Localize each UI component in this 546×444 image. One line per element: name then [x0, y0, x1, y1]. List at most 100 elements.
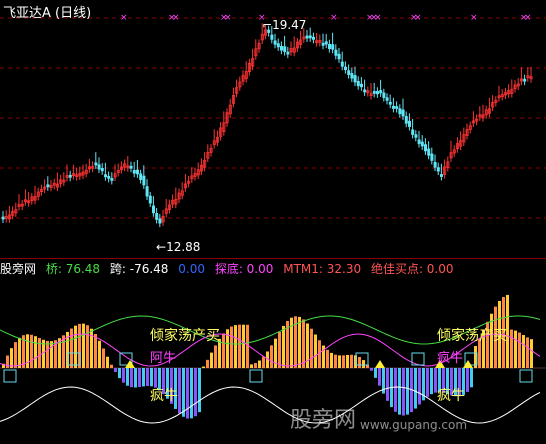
candle-body: [107, 175, 111, 179]
watermark-url: www.gupang.com: [360, 418, 468, 432]
candle-body: [97, 164, 101, 170]
top-marker: ×: [524, 13, 532, 23]
candle-body: [129, 165, 133, 169]
candle-body: [135, 169, 139, 175]
stock-title: 飞亚达A (日线): [3, 6, 92, 21]
candle-body: [343, 66, 347, 71]
histogram-bar-up: [522, 335, 525, 368]
histogram-bar-up: [94, 333, 97, 368]
top-marker: ×: [172, 13, 180, 23]
candle-body: [158, 218, 162, 224]
histogram-bar-down: [426, 368, 429, 397]
candle-body: [359, 83, 363, 88]
histogram-bar-up: [14, 342, 17, 368]
candle-body: [382, 92, 386, 98]
candle-body: [273, 40, 277, 45]
candle-body: [305, 35, 309, 39]
histogram-bar-down: [114, 368, 117, 373]
histogram-bar-up: [258, 360, 261, 368]
histogram-bar-up: [326, 349, 329, 368]
histogram-bar-down: [134, 368, 137, 388]
histogram-bar-down: [194, 368, 197, 417]
candle-body: [417, 139, 421, 144]
annotation-left-small: 阿牛: [150, 351, 177, 366]
panel-divider: [0, 258, 546, 259]
indicator-box-marker: [519, 369, 533, 383]
candle-body: [132, 170, 136, 174]
price-and-indicator-chart: × ×× ×× × × ××× ×× × ××: [0, 13, 546, 424]
candle-body: [145, 186, 149, 197]
histogram-bar-up: [302, 319, 305, 368]
candle-body: [104, 174, 108, 178]
histogram-bar-up: [518, 332, 521, 368]
candle-body: [356, 81, 360, 87]
histogram-bar-up: [38, 338, 41, 368]
histogram-bar-up: [202, 366, 205, 368]
indicator-name: 股旁网: [0, 262, 37, 276]
candle-body: [427, 148, 431, 156]
candle-body: [46, 184, 50, 188]
candle-body: [279, 46, 283, 51]
histogram-bar-down: [374, 368, 377, 378]
jiajia-value: 绝佳买点: 0.00: [370, 262, 454, 276]
indicator-box-marker: [249, 369, 263, 383]
candle-body: [139, 173, 143, 180]
histogram-bar-up: [358, 357, 361, 368]
candle-body: [68, 174, 72, 178]
histogram-bar-up: [346, 354, 349, 368]
histogram-bar-up: [530, 339, 533, 368]
annotation-right-big: 倾家荡产买: [437, 328, 507, 344]
signal-triangle: [375, 360, 385, 368]
candle-body: [324, 41, 328, 45]
candle-body: [398, 108, 402, 115]
candle-body: [430, 153, 434, 161]
candle-body: [347, 70, 351, 75]
histogram-bar-up: [18, 337, 21, 368]
qiao-value: 桥: 76.48: [45, 262, 101, 276]
histogram-bar-down: [198, 368, 201, 413]
histogram-bar-up: [206, 359, 209, 368]
histogram-bar-up: [362, 360, 365, 368]
candle-body: [337, 53, 341, 60]
annotation-right-bottom: 疯牛: [437, 388, 465, 404]
candle-body: [423, 144, 427, 152]
histogram-bar-up: [242, 324, 245, 368]
histogram-bar-up: [110, 364, 113, 368]
histogram-bar-up: [10, 348, 13, 368]
candle-body: [407, 120, 411, 127]
histogram-bar-up: [314, 334, 317, 368]
candle-body: [94, 162, 98, 166]
histogram-bar-up: [106, 356, 109, 368]
histogram-bar-up: [82, 323, 85, 368]
indicator-box-marker: [3, 369, 17, 383]
histogram-bar-up: [510, 329, 513, 368]
histogram-bar-up: [254, 363, 257, 368]
histogram-bar-up: [282, 325, 285, 368]
top-marker: ×: [330, 13, 338, 23]
histogram-bar-up: [34, 336, 37, 368]
top-marker: ×: [470, 13, 478, 23]
annotation-left-bottom: 疯牛: [150, 388, 178, 404]
histogram-bar-down: [126, 368, 129, 386]
candle-body: [1, 216, 5, 220]
candle-body: [395, 106, 399, 109]
top-marker: ×: [414, 13, 422, 23]
histogram-bar-down: [406, 368, 409, 415]
histogram-bar-down: [418, 368, 421, 405]
histogram-bar-up: [50, 341, 53, 368]
histogram-bar-down: [394, 368, 397, 412]
candle-body: [331, 44, 335, 50]
candle-body: [286, 51, 290, 55]
histogram-bar-down: [178, 368, 181, 414]
histogram-bar-up: [222, 333, 225, 368]
histogram-bar-up: [342, 355, 345, 368]
histogram-bar-down: [122, 368, 125, 383]
candle-body: [414, 134, 418, 138]
candle-body: [404, 116, 408, 124]
histogram-bar-down: [150, 368, 153, 387]
candle-body: [353, 75, 357, 83]
histogram-bar-up: [330, 352, 333, 368]
candle-body: [327, 43, 331, 50]
histogram-bar-down: [430, 368, 433, 395]
mtm-value: MTM1: 32.30: [283, 262, 362, 276]
